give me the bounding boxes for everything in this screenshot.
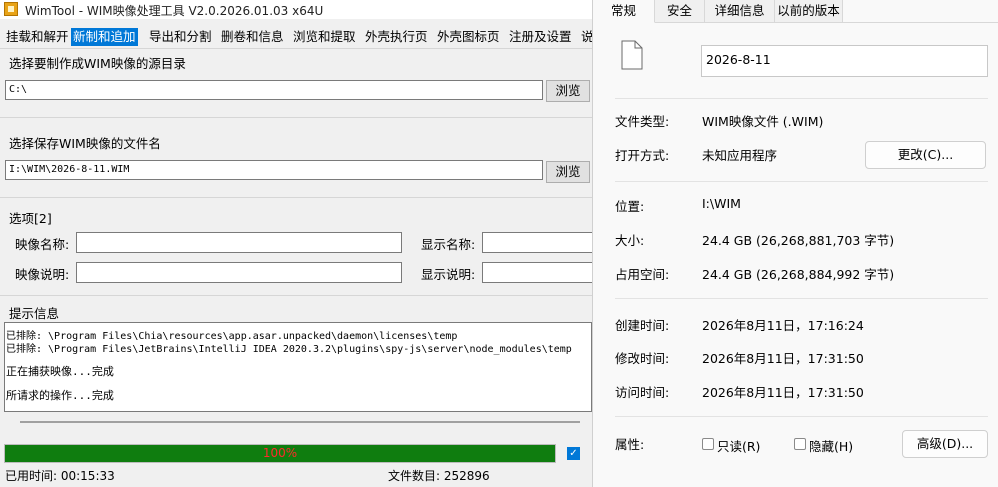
size-on-disk-label: 占用空间: (615, 267, 670, 282)
created-label: 创建时间: (615, 318, 670, 333)
progress-bar: 100% (4, 444, 556, 463)
divider (0, 117, 592, 118)
tab-export-split[interactable]: 导出和分割 (147, 28, 214, 46)
opens-with-label: 打开方式: (615, 148, 670, 163)
location-value: I:\WIM (702, 196, 741, 211)
info-log[interactable]: 已排除: \Program Files\Chia\resources\app.a… (4, 322, 592, 412)
log-line: 所请求的操作...完成 (6, 389, 114, 402)
accessed-value: 2026年8月11日，17:31:50 (702, 385, 864, 400)
image-name-input[interactable] (76, 232, 402, 253)
tab-new-append[interactable]: 新制和追加 (71, 28, 138, 46)
source-dir-input[interactable]: C:\ (5, 80, 543, 100)
file-count: 文件数目: 252896 (388, 469, 490, 483)
target-file-input[interactable]: I:\WIM\2026-8-11.WIM (5, 160, 543, 180)
display-name-label: 显示名称: (421, 237, 476, 252)
created-value: 2026年8月11日，17:16:24 (702, 318, 864, 333)
image-desc-input[interactable] (76, 262, 402, 283)
display-name-input[interactable] (482, 232, 594, 253)
modified-label: 修改时间: (615, 351, 670, 366)
readonly-label: 只读(R) (717, 439, 761, 454)
image-desc-label: 映像说明: (15, 267, 70, 282)
tab-details[interactable]: 详细信息 (705, 0, 775, 22)
file-type-label: 文件类型: (615, 114, 670, 129)
divider (0, 295, 592, 296)
size-on-disk-value: 24.4 GB (26,268,884,992 字节) (702, 267, 895, 282)
tab-shell-icon[interactable]: 外壳图标页 (435, 28, 502, 46)
divider (615, 181, 988, 182)
divider (615, 298, 988, 299)
divider (0, 197, 592, 198)
source-dir-label: 选择要制作成WIM映像的源目录 (9, 56, 186, 71)
accessed-label: 访问时间: (615, 385, 670, 400)
tab-mount-unmount[interactable]: 挂载和解开 (4, 28, 71, 46)
app-icon (4, 2, 18, 16)
title-bar: WimTool - WIM映像处理工具 V2.0.2026.01.03 x64U (0, 0, 592, 19)
modified-value: 2026年8月11日，17:31:50 (702, 351, 864, 366)
hidden-checkbox[interactable] (794, 438, 806, 450)
tab-previous-versions[interactable]: 以前的版本 (775, 0, 843, 22)
options-label: 选项[2] (9, 211, 52, 226)
tab-shell-exec[interactable]: 外壳执行页 (363, 28, 430, 46)
change-button[interactable]: 更改(C)... (865, 141, 986, 169)
divider (615, 416, 988, 417)
browse-target-button[interactable]: 浏览 (546, 161, 590, 183)
size-label: 大小: (615, 233, 645, 248)
browse-source-button[interactable]: 浏览 (546, 80, 590, 102)
tab-delete-info[interactable]: 删卷和信息 (219, 28, 286, 46)
tab-register-settings[interactable]: 注册及设置 (507, 28, 574, 46)
tab-browse-extract[interactable]: 浏览和提取 (291, 28, 358, 46)
log-line: 已排除: \Program Files\JetBrains\IntelliJ I… (6, 344, 572, 355)
tab-general[interactable]: 常规 (593, 0, 655, 23)
wimtool-window: WimTool - WIM映像处理工具 V2.0.2026.01.03 x64U… (0, 0, 594, 487)
file-name-input[interactable]: 2026-8-11 (701, 45, 988, 77)
readonly-checkbox[interactable] (702, 438, 714, 450)
divider (615, 98, 988, 99)
progress-text: 100% (262, 446, 298, 460)
log-scrollbar[interactable] (20, 421, 580, 423)
log-line: 正在捕获映像...完成 (6, 365, 114, 378)
tab-menu: 挂载和解开 新制和追加 导出和分割 删卷和信息 浏览和提取 外壳执行页 外壳图标… (0, 28, 594, 48)
properties-tabs: 常规 安全 详细信息 以前的版本 (593, 0, 998, 23)
elapsed-time: 已用时间: 00:15:33 (5, 469, 115, 483)
properties-dialog: 常规 安全 详细信息 以前的版本 2026-8-11 文件类型: WIM映像文件… (592, 0, 998, 487)
file-icon (621, 40, 643, 70)
advanced-button[interactable]: 高级(D)... (902, 430, 988, 458)
hidden-label: 隐藏(H) (809, 439, 854, 454)
attributes-label: 属性: (615, 437, 645, 452)
size-value: 24.4 GB (26,268,881,703 字节) (702, 233, 895, 248)
window-title: WimTool - WIM映像处理工具 V2.0.2026.01.03 x64U (25, 4, 324, 18)
divider (0, 48, 592, 49)
display-desc-input[interactable] (482, 262, 594, 283)
opens-with-value: 未知应用程序 (702, 148, 778, 163)
location-label: 位置: (615, 199, 645, 214)
image-name-label: 映像名称: (15, 237, 70, 252)
checkbox-checked[interactable]: ✓ (567, 447, 580, 460)
info-label: 提示信息 (9, 306, 60, 321)
file-type-value: WIM映像文件 (.WIM) (702, 114, 824, 129)
tab-security[interactable]: 安全 (655, 0, 705, 22)
target-file-label: 选择保存WIM映像的文件名 (9, 136, 161, 151)
display-desc-label: 显示说明: (421, 267, 476, 282)
